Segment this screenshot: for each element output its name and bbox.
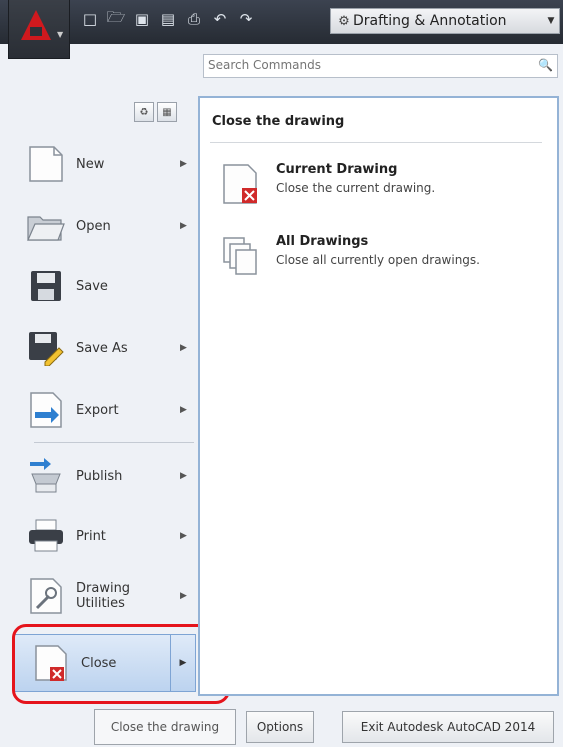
export-icon — [24, 388, 68, 432]
view-toggles: ♻ ▦ — [134, 102, 177, 122]
chevron-right-icon: ▶ — [180, 405, 187, 415]
workspace-label: Drafting & Annotation — [353, 13, 507, 29]
panel-title: Close the drawing — [212, 114, 345, 129]
current-drawing-close-icon — [220, 162, 264, 206]
menu-item-label: Drawing Utilities — [76, 581, 131, 611]
new-document-icon — [24, 142, 68, 186]
new-icon[interactable]: □ — [80, 9, 100, 29]
menu-item-label: Save As — [76, 340, 128, 356]
chevron-down-icon: ▼ — [547, 16, 555, 26]
chevron-right-icon: ▶ — [180, 159, 187, 169]
redo-icon[interactable]: ↷ — [236, 9, 256, 29]
option-title: All Drawings — [276, 234, 369, 249]
application-menu-window: □ 🗁 ▣ ▤ ⎙ ↶ ↷ ⚙ Drafting & Annotation ▼ … — [0, 0, 563, 747]
chevron-down-icon: ▼ — [57, 30, 64, 39]
option-description: Close all currently open drawings. — [276, 253, 480, 267]
open-icon[interactable]: 🗁 — [106, 8, 126, 29]
drawing-utilities-icon — [24, 574, 68, 618]
options-button[interactable]: Options — [246, 711, 314, 743]
menu-item-label: Save — [76, 278, 108, 294]
printer-icon — [24, 514, 68, 558]
menu-item-label: Open — [76, 218, 111, 234]
menu-item-label: Print — [76, 528, 106, 544]
option-text: All Drawings Close all currently open dr… — [276, 234, 480, 282]
all-drawings-icon — [220, 234, 264, 278]
print-icon[interactable]: ⎙ — [184, 9, 204, 29]
menu-item-open[interactable]: Open ▶ — [24, 198, 194, 254]
divider — [210, 142, 542, 143]
search-input[interactable] — [204, 55, 528, 75]
open-documents-icon[interactable]: ▦ — [157, 102, 177, 122]
menu-item-save-as[interactable]: Save As ▶ — [24, 320, 194, 376]
chevron-right-icon: ▶ — [180, 591, 187, 601]
workspace-switcher[interactable]: ⚙ Drafting & Annotation ▼ — [330, 8, 560, 34]
publish-icon — [24, 454, 68, 498]
menu-item-publish[interactable]: Publish ▶ — [24, 448, 194, 504]
divider — [34, 442, 194, 443]
undo-icon[interactable]: ↶ — [210, 9, 230, 29]
close-all-drawings-option[interactable]: All Drawings Close all currently open dr… — [220, 234, 540, 282]
chevron-right-icon: ▶ — [180, 471, 187, 481]
quick-access-toolbar: □ 🗁 ▣ ▤ ⎙ ↶ ↷ — [80, 8, 256, 35]
search-icon[interactable]: 🔍 — [538, 58, 553, 72]
menu-item-drawing-utilities[interactable]: Drawing Utilities ▶ — [24, 568, 194, 624]
application-menu-list: ♻ ▦ New ▶ Open ▶ Save Save As ▶ Export ▶… — [14, 94, 196, 694]
menu-item-save[interactable]: Save — [24, 258, 194, 314]
chevron-right-icon: ▶ — [180, 221, 187, 231]
save-icon[interactable]: ▣ — [132, 9, 152, 29]
search-commands: 🔍 — [203, 54, 558, 78]
application-button[interactable]: ▼ — [8, 0, 70, 59]
option-title: Current Drawing — [276, 162, 398, 177]
chevron-right-icon: ▶ — [180, 531, 187, 541]
close-submenu-panel: Close the drawing Current Drawing Close … — [198, 96, 559, 696]
open-folder-icon — [24, 204, 68, 248]
save-as-icon — [24, 326, 68, 370]
menu-item-label: Export — [76, 402, 119, 418]
title-bar: □ 🗁 ▣ ▤ ⎙ ↶ ↷ ⚙ Drafting & Annotation ▼ — [0, 0, 563, 44]
exit-autocad-button[interactable]: Exit Autodesk AutoCAD 2014 — [342, 711, 554, 743]
menu-item-label: New — [76, 156, 105, 172]
close-current-drawing-option[interactable]: Current Drawing Close the current drawin… — [220, 162, 540, 210]
menu-item-print[interactable]: Print ▶ — [24, 508, 194, 564]
option-text: Current Drawing Close the current drawin… — [276, 162, 435, 210]
menu-item-label: Publish — [76, 468, 123, 484]
menu-item-export[interactable]: Export ▶ — [24, 382, 194, 438]
option-description: Close the current drawing. — [276, 181, 436, 195]
chevron-right-icon: ▶ — [180, 343, 187, 353]
floppy-disk-icon — [24, 264, 68, 308]
recent-documents-icon[interactable]: ♻ — [134, 102, 154, 122]
tooltip: Close the drawing — [94, 709, 236, 745]
gear-icon: ⚙ — [338, 13, 350, 29]
menu-item-new[interactable]: New ▶ — [24, 136, 194, 192]
save-as-icon[interactable]: ▤ — [158, 9, 178, 29]
